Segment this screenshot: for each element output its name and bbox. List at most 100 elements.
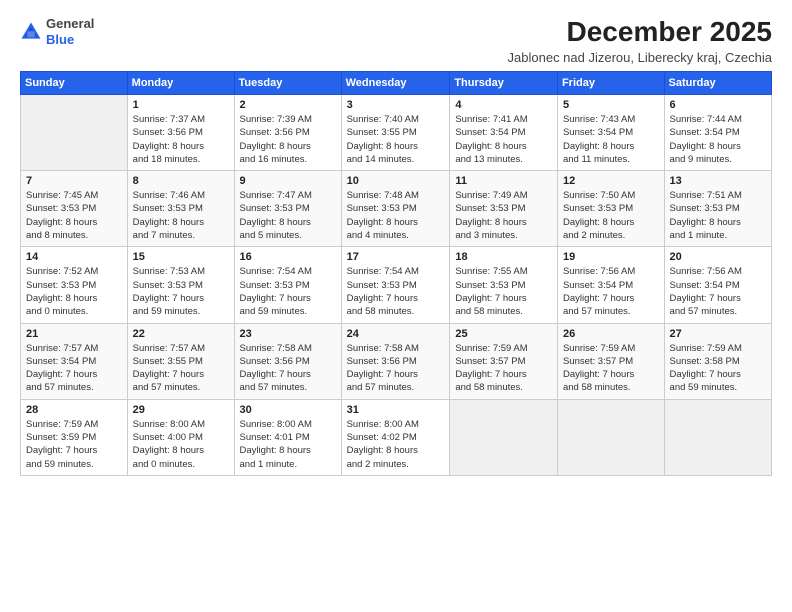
day-info: Sunrise: 7:59 AMSunset: 3:58 PMDaylight:… bbox=[670, 342, 766, 395]
day-cell: 24 Sunrise: 7:58 AMSunset: 3:56 PMDayligh… bbox=[341, 323, 450, 399]
header: General Blue December 2025 Jablonec nad … bbox=[20, 16, 772, 65]
day-info: Sunrise: 7:59 AMSunset: 3:59 PMDaylight:… bbox=[26, 418, 122, 471]
day-cell: 31 Sunrise: 8:00 AMSunset: 4:02 PMDayligh… bbox=[341, 399, 450, 475]
day-cell: 8 Sunrise: 7:46 AMSunset: 3:53 PMDaylight… bbox=[127, 171, 234, 247]
day-number: 26 bbox=[563, 328, 659, 340]
day-info: Sunrise: 7:44 AMSunset: 3:54 PMDaylight:… bbox=[670, 113, 766, 166]
day-number: 3 bbox=[347, 99, 445, 111]
day-cell: 28 Sunrise: 7:59 AMSunset: 3:59 PMDayligh… bbox=[21, 399, 128, 475]
day-info: Sunrise: 7:51 AMSunset: 3:53 PMDaylight:… bbox=[670, 189, 766, 242]
day-info: Sunrise: 7:40 AMSunset: 3:55 PMDaylight:… bbox=[347, 113, 445, 166]
day-info: Sunrise: 7:56 AMSunset: 3:54 PMDaylight:… bbox=[670, 265, 766, 318]
day-cell: 10Sunrise: 7:48 AMSunset: 3:53 PMDayligh… bbox=[341, 171, 450, 247]
day-cell: 30Sunrise: 8:00 AMSunset: 4:01 PMDayligh… bbox=[234, 399, 341, 475]
day-info: Sunrise: 7:52 AMSunset: 3:53 PMDaylight:… bbox=[26, 265, 122, 318]
col-header-friday: Friday bbox=[557, 72, 664, 95]
day-number: 18 bbox=[455, 251, 552, 263]
day-cell: 19 Sunrise: 7:56 AMSunset: 3:54 PMDayligh… bbox=[557, 247, 664, 323]
day-cell: 5Sunrise: 7:43 AMSunset: 3:54 PMDaylight… bbox=[557, 95, 664, 171]
day-number: 28 bbox=[26, 404, 122, 416]
logo-text: General Blue bbox=[46, 16, 94, 47]
col-header-thursday: Thursday bbox=[450, 72, 558, 95]
day-cell: 18 Sunrise: 7:55 AMSunset: 3:53 PMDayligh… bbox=[450, 247, 558, 323]
col-header-wednesday: Wednesday bbox=[341, 72, 450, 95]
col-header-saturday: Saturday bbox=[664, 72, 771, 95]
page: General Blue December 2025 Jablonec nad … bbox=[0, 0, 792, 612]
day-info: Sunrise: 8:00 AMSunset: 4:02 PMDaylight:… bbox=[347, 418, 445, 471]
day-cell: 1 Sunrise: 7:37 AMSunset: 3:56 PMDaylight… bbox=[127, 95, 234, 171]
day-info: Sunrise: 8:00 AMSunset: 4:01 PMDaylight:… bbox=[240, 418, 336, 471]
day-number: 6 bbox=[670, 99, 766, 111]
day-cell: 20 Sunrise: 7:56 AMSunset: 3:54 PMDayligh… bbox=[664, 247, 771, 323]
day-info: Sunrise: 7:41 AMSunset: 3:54 PMDaylight:… bbox=[455, 113, 552, 166]
day-number: 1 bbox=[133, 99, 229, 111]
day-info: Sunrise: 7:48 AMSunset: 3:53 PMDaylight:… bbox=[347, 189, 445, 242]
day-cell: 2 Sunrise: 7:39 AMSunset: 3:56 PMDaylight… bbox=[234, 95, 341, 171]
day-number: 19 bbox=[563, 251, 659, 263]
day-cell: 7 Sunrise: 7:45 AMSunset: 3:53 PMDaylight… bbox=[21, 171, 128, 247]
day-cell: 14 Sunrise: 7:52 AMSunset: 3:53 PMDayligh… bbox=[21, 247, 128, 323]
col-header-sunday: Sunday bbox=[21, 72, 128, 95]
day-number: 5 bbox=[563, 99, 659, 111]
day-number: 7 bbox=[26, 175, 122, 187]
day-cell bbox=[450, 399, 558, 475]
week-row-3: 14 Sunrise: 7:52 AMSunset: 3:53 PMDayligh… bbox=[21, 247, 772, 323]
week-row-5: 28 Sunrise: 7:59 AMSunset: 3:59 PMDayligh… bbox=[21, 399, 772, 475]
day-number: 11 bbox=[455, 175, 552, 187]
day-info: Sunrise: 7:45 AMSunset: 3:53 PMDaylight:… bbox=[26, 189, 122, 242]
day-info: Sunrise: 8:00 AMSunset: 4:00 PMDaylight:… bbox=[133, 418, 229, 471]
day-number: 15 bbox=[133, 251, 229, 263]
day-number: 9 bbox=[240, 175, 336, 187]
day-number: 16 bbox=[240, 251, 336, 263]
logo-icon bbox=[20, 21, 42, 43]
subtitle: Jablonec nad Jizerou, Liberecky kraj, Cz… bbox=[508, 50, 772, 65]
day-number: 24 bbox=[347, 328, 445, 340]
day-number: 20 bbox=[670, 251, 766, 263]
day-info: Sunrise: 7:37 AMSunset: 3:56 PMDaylight:… bbox=[133, 113, 229, 166]
day-cell bbox=[557, 399, 664, 475]
day-info: Sunrise: 7:59 AMSunset: 3:57 PMDaylight:… bbox=[563, 342, 659, 395]
day-info: Sunrise: 7:58 AMSunset: 3:56 PMDaylight:… bbox=[347, 342, 445, 395]
calendar-header: SundayMondayTuesdayWednesdayThursdayFrid… bbox=[21, 72, 772, 95]
week-row-4: 21Sunrise: 7:57 AMSunset: 3:54 PMDayligh… bbox=[21, 323, 772, 399]
day-cell bbox=[664, 399, 771, 475]
day-number: 2 bbox=[240, 99, 336, 111]
day-cell: 17Sunrise: 7:54 AMSunset: 3:53 PMDayligh… bbox=[341, 247, 450, 323]
logo: General Blue bbox=[20, 16, 94, 47]
day-number: 14 bbox=[26, 251, 122, 263]
day-number: 29 bbox=[133, 404, 229, 416]
day-cell: 3 Sunrise: 7:40 AMSunset: 3:55 PMDaylight… bbox=[341, 95, 450, 171]
day-info: Sunrise: 7:47 AMSunset: 3:53 PMDaylight:… bbox=[240, 189, 336, 242]
day-info: Sunrise: 7:57 AMSunset: 3:54 PMDaylight:… bbox=[26, 342, 122, 395]
calendar-table: SundayMondayTuesdayWednesdayThursdayFrid… bbox=[20, 71, 772, 476]
day-number: 22 bbox=[133, 328, 229, 340]
day-info: Sunrise: 7:56 AMSunset: 3:54 PMDaylight:… bbox=[563, 265, 659, 318]
day-cell: 12 Sunrise: 7:50 AMSunset: 3:53 PMDayligh… bbox=[557, 171, 664, 247]
col-header-tuesday: Tuesday bbox=[234, 72, 341, 95]
day-number: 17 bbox=[347, 251, 445, 263]
day-number: 12 bbox=[563, 175, 659, 187]
day-info: Sunrise: 7:50 AMSunset: 3:53 PMDaylight:… bbox=[563, 189, 659, 242]
week-row-1: 1 Sunrise: 7:37 AMSunset: 3:56 PMDaylight… bbox=[21, 95, 772, 171]
day-cell: 29 Sunrise: 8:00 AMSunset: 4:00 PMDayligh… bbox=[127, 399, 234, 475]
day-info: Sunrise: 7:54 AMSunset: 3:53 PMDaylight:… bbox=[240, 265, 336, 318]
day-info: Sunrise: 7:55 AMSunset: 3:53 PMDaylight:… bbox=[455, 265, 552, 318]
day-info: Sunrise: 7:53 AMSunset: 3:53 PMDaylight:… bbox=[133, 265, 229, 318]
day-cell: 15 Sunrise: 7:53 AMSunset: 3:53 PMDayligh… bbox=[127, 247, 234, 323]
day-number: 23 bbox=[240, 328, 336, 340]
main-title: December 2025 bbox=[508, 16, 772, 48]
day-number: 31 bbox=[347, 404, 445, 416]
day-info: Sunrise: 7:46 AMSunset: 3:53 PMDaylight:… bbox=[133, 189, 229, 242]
header-row: SundayMondayTuesdayWednesdayThursdayFrid… bbox=[21, 72, 772, 95]
day-cell: 23 Sunrise: 7:58 AMSunset: 3:56 PMDayligh… bbox=[234, 323, 341, 399]
day-cell: 4Sunrise: 7:41 AMSunset: 3:54 PMDaylight… bbox=[450, 95, 558, 171]
day-cell: 6 Sunrise: 7:44 AMSunset: 3:54 PMDaylight… bbox=[664, 95, 771, 171]
title-block: December 2025 Jablonec nad Jizerou, Libe… bbox=[508, 16, 772, 65]
week-row-2: 7 Sunrise: 7:45 AMSunset: 3:53 PMDaylight… bbox=[21, 171, 772, 247]
day-number: 8 bbox=[133, 175, 229, 187]
day-cell: 27Sunrise: 7:59 AMSunset: 3:58 PMDayligh… bbox=[664, 323, 771, 399]
day-info: Sunrise: 7:39 AMSunset: 3:56 PMDaylight:… bbox=[240, 113, 336, 166]
day-info: Sunrise: 7:58 AMSunset: 3:56 PMDaylight:… bbox=[240, 342, 336, 395]
day-cell: 16 Sunrise: 7:54 AMSunset: 3:53 PMDayligh… bbox=[234, 247, 341, 323]
day-cell: 25Sunrise: 7:59 AMSunset: 3:57 PMDayligh… bbox=[450, 323, 558, 399]
